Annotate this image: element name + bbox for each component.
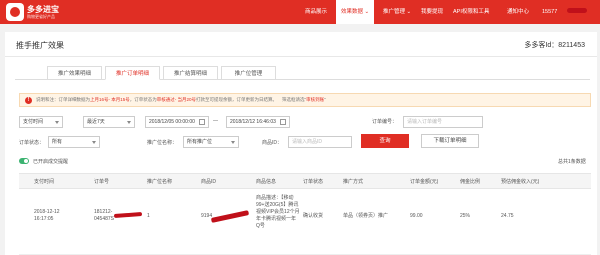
calendar-icon [280,119,286,125]
chevron-down-icon [127,121,131,124]
calendar-icon [199,119,205,125]
query-button[interactable]: 查询 [361,134,409,148]
order-status-value: 确认收货 [303,213,324,219]
promo-method-value: 单品（领券页）推广 [343,213,389,219]
date-separator: — [213,118,218,124]
col-goods-info: 商品信息 [256,179,277,185]
notice-text: 说明和注：订单详细数据为上月16号- 本月15号，订单状态为审核通过- 当月20… [36,97,326,102]
col-commission-rate: 佣金比例 [460,179,481,185]
col-order-status: 订单状态 [303,179,324,185]
status-select[interactable]: 所有 [48,136,100,148]
range-select[interactable]: 最近7天 [83,116,135,128]
brand-logo-icon[interactable] [6,3,24,21]
goods-info-line: 99+送20G(5】腾讯 [256,202,299,208]
pid-select[interactable]: 所有推广位 [183,136,239,148]
chevron-down-icon [55,121,59,124]
redaction-mark [210,210,250,223]
pay-date: 2018-12-12 [34,209,60,215]
top-navigation-bar: 多多进宝 购物更省好产品 商品展示 效果数据 ⌄ 推广管理 ⌄ 我要提现 API… [0,0,600,24]
redaction-mark [567,8,587,13]
order-id-line2: 045487S [94,216,115,222]
table-row[interactable]: 2018-12-12 16:17:05 181212- 045487S 1 91… [19,189,591,255]
start-date-input[interactable]: 2018/12/05 00:00:00 [145,116,209,128]
est-income-value: 24.75 [501,213,514,219]
deal-reminder-toggle[interactable] [19,158,29,164]
user-phone[interactable]: 15577 [537,0,562,24]
col-promo-method: 推广方式 [343,179,364,185]
col-pay-time: 支付时间 [34,179,55,185]
order-id-line1: 181212- [94,209,113,215]
goods-id-input[interactable]: 请输入商品ID [288,136,352,148]
main-card: 推手推广效果 多多客Id：8211453 推广效果明细 推广订单明细 推广结算明… [5,32,597,255]
nav-effect-data[interactable]: 效果数据 ⌄ [336,0,375,24]
goods-info-line: 商品描述：【移动 [256,195,294,201]
table-header: 支付时间 订单号 推广位名称 商品ID 商品信息 订单状态 推广方式 订单金额(… [19,173,591,189]
col-order-amount: 订单金额(元) [410,179,439,185]
col-order-id: 订单号 [94,179,110,185]
tab-effect-detail[interactable]: 推广效果明细 [47,66,102,80]
col-pid-name: 推广位名称 [147,179,173,185]
commission-rate-value: 25% [460,213,471,219]
warning-icon: ! [25,97,32,104]
brand-slogan: 购物更省好产品 [27,14,55,19]
download-orders-button[interactable]: 下载订单明细 [421,134,479,148]
notice-banner: ! 说明和注：订单详细数据为上月16号- 本月15号，订单状态为审核通过- 当月… [19,93,591,107]
nav-notifications[interactable]: 通知中心 [502,0,534,24]
end-date-input[interactable]: 2018/12/12 16:46:03 [226,116,290,128]
goods-id-label: 商品ID： [262,140,283,146]
tab-order-detail[interactable]: 推广订单明细 [105,66,160,80]
time-type-select[interactable]: 支付时间 [19,116,63,128]
nav-api-tools[interactable]: API权限和工具 [448,0,494,24]
divider [5,56,597,57]
chevron-down-icon [231,141,235,144]
nav-withdraw[interactable]: 我要提现 [416,0,448,24]
tab-pid-manage[interactable]: 推广位管理 [221,66,276,80]
pid-value: 1 [147,213,150,219]
goods-info-line: Q号 [256,223,265,229]
pid-label: 推广位名称： [147,140,178,146]
nav-goods-display[interactable]: 商品展示 [300,0,332,24]
total-count: 总共1条数据 [558,159,586,165]
goods-info-line: 年卡腾讯视频一年 [256,216,297,222]
order-id-input[interactable]: 请输入订单编号 [403,116,483,128]
redaction-mark [113,212,143,218]
order-amount-value: 99.00 [410,213,423,219]
account-id: 多多客Id：8211453 [524,42,585,49]
goods-info-line: 视频VIP会员12个月 [256,209,300,215]
status-label: 订单状态： [19,140,45,146]
nav-promotion-manage[interactable]: 推广管理 ⌄ [378,0,416,24]
pay-clock: 16:17:05 [34,216,54,222]
col-est-income: 预估佣金收入(元) [501,179,540,185]
page-title: 推手推广效果 [16,41,64,50]
chevron-down-icon [92,141,96,144]
tab-settlement-detail[interactable]: 推广结算明细 [163,66,218,80]
order-id-label: 订单编号： [372,119,398,125]
col-goods-id: 商品ID [201,179,217,185]
toggle-label: 已开启成交提醒 [33,159,69,165]
